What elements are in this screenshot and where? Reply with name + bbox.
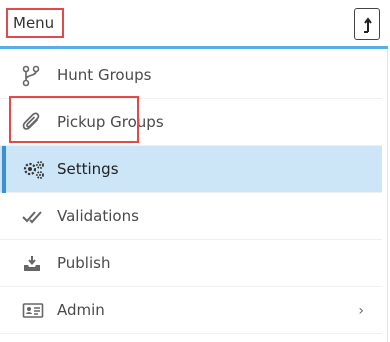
menu-item-label: Validations	[57, 207, 139, 225]
settings-highlight-annotation	[9, 96, 139, 143]
id-card-icon	[22, 300, 44, 322]
menu-item-settings[interactable]: Settings	[0, 146, 382, 193]
menu-item-label: Admin	[57, 301, 105, 319]
menu-item-admin[interactable]: Admin ›	[0, 287, 382, 334]
menu-item-publish[interactable]: Publish	[0, 240, 382, 287]
sidebar-menu: Menu Hunt Groups Pickup Groups Settings …	[0, 0, 390, 342]
menu-item-label: Publish	[57, 254, 111, 272]
chevron-right-icon: ›	[358, 303, 364, 319]
sidebar-border	[387, 0, 388, 342]
arrow-up-icon	[364, 17, 372, 33]
branch-icon	[22, 65, 44, 87]
menu-item-validations[interactable]: Validations	[0, 193, 382, 240]
collapse-menu-button[interactable]	[354, 8, 380, 40]
menu-item-label: Hunt Groups	[57, 66, 152, 84]
gears-icon	[22, 159, 44, 181]
menu-item-label: Settings	[57, 160, 119, 178]
download-tray-icon	[22, 253, 44, 275]
menu-list: Hunt Groups Pickup Groups Settings Valid…	[0, 52, 382, 334]
menu-title: Menu	[6, 8, 64, 38]
double-check-icon	[22, 206, 44, 228]
menu-item-hunt-groups[interactable]: Hunt Groups	[0, 52, 382, 99]
menu-header: Menu	[0, 0, 388, 49]
